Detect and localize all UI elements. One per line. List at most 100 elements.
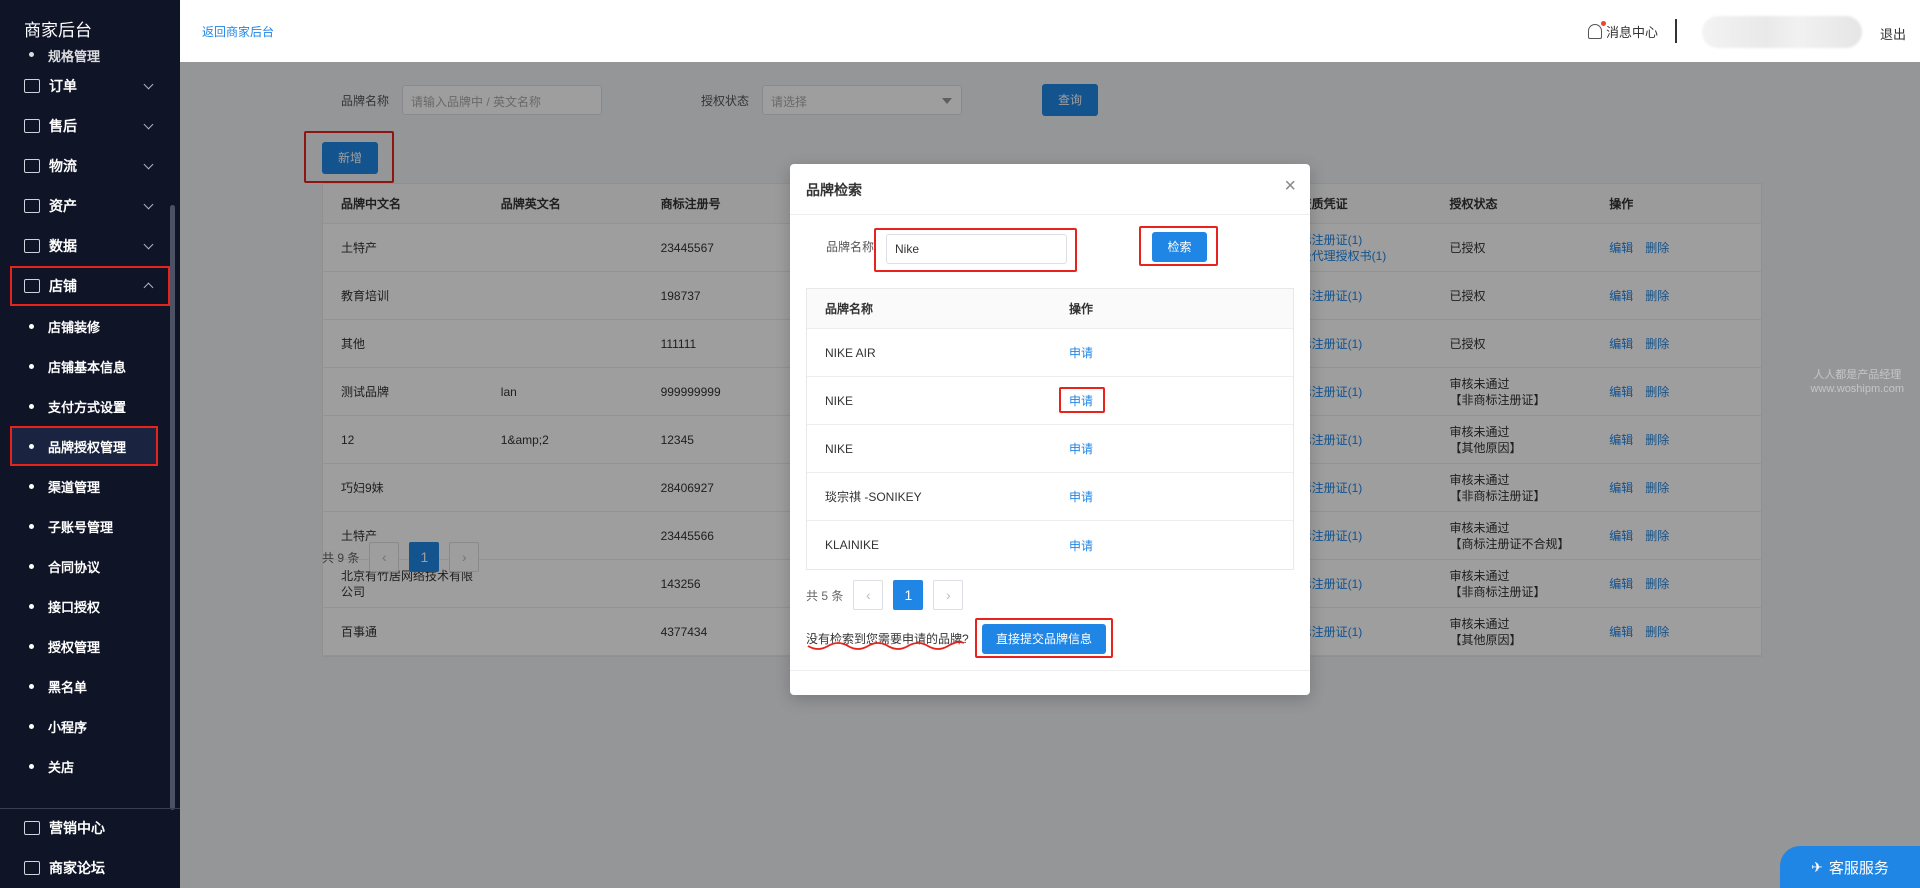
top-header: 返回商家后台 消息中心 退出 [180, 0, 1920, 62]
chevron-up-icon [143, 282, 154, 293]
avatar[interactable] [1702, 16, 1862, 48]
sidebar-item-label: 店铺 [49, 278, 77, 294]
column-header: 品牌名称 [825, 302, 874, 316]
sidebar: 商家后台 规格管理 订单 售后 物流 资产 数据 店铺 店铺装修 店铺基本信息 … [0, 0, 180, 888]
customer-service-button[interactable]: ✈ 客服服务 [1780, 846, 1920, 888]
sidebar-item-channels[interactable]: 渠道管理 [0, 466, 180, 506]
chevron-down-icon [143, 199, 154, 210]
sidebar-item-blacklist[interactable]: 黑名单 [0, 666, 180, 706]
sidebar-bottom: 营销中心 商家论坛 [0, 808, 180, 888]
sidebar-item-shop-info[interactable]: 店铺基本信息 [0, 346, 180, 386]
modal-total: 共 5 条 [806, 588, 844, 603]
sidebar-item-payment-settings[interactable]: 支付方式设置 [0, 386, 180, 426]
sidebar-menu: 规格管理 订单 售后 物流 资产 数据 店铺 店铺装修 店铺基本信息 支付方式设… [0, 46, 180, 786]
result-action-cell: 申请 [1051, 537, 1293, 554]
search-button[interactable]: 检索 [1152, 232, 1207, 262]
sidebar-item-spec[interactable]: 规格管理 [0, 46, 180, 66]
message-center-label: 消息中心 [1605, 25, 1658, 40]
brand-search-modal: 品牌检索 × 品牌名称 Nike 检索 品牌名称 操作 NIKE AIR 申请 NI… [790, 164, 1310, 695]
column-header: 操作 [1069, 302, 1094, 316]
modal-brand-label: 品牌名称 [826, 240, 875, 254]
chevron-down-icon [143, 119, 154, 130]
sidebar-item-mini-program[interactable]: 小程序 [0, 706, 180, 746]
order-icon [24, 79, 40, 93]
modal-pagination: 共 5 条 ‹ 1 › [806, 580, 964, 610]
modal-footer-divider [790, 670, 1310, 671]
modal-title: 品牌检索 [806, 182, 862, 198]
sidebar-item-label: 售后 [49, 118, 77, 134]
next-page-button[interactable]: › [933, 580, 964, 610]
asset-icon [24, 199, 40, 213]
apply-link[interactable]: 申请 [1069, 346, 1093, 360]
result-brand-name: 琰宗祺 -SONIKEY [825, 490, 922, 504]
result-brand-name: NIKE AIR [825, 345, 876, 360]
sidebar-item-data[interactable]: 数据 [0, 226, 180, 266]
results-body: NIKE AIR 申请 NIKE 申请 NIKE 申请 琰宗祺 -SONIKEY 申请 KLAI… [807, 329, 1293, 569]
close-icon[interactable]: × [1284, 176, 1296, 196]
apply-link[interactable]: 申请 [1069, 442, 1093, 456]
page-button[interactable]: 1 [893, 580, 924, 610]
results-header: 品牌名称 操作 [807, 289, 1293, 329]
sidebar-item-auth-management[interactable]: 授权管理 [0, 626, 180, 666]
result-row: NIKE AIR 申请 [807, 329, 1293, 377]
sidebar-item-label: 订单 [49, 78, 77, 94]
sidebar-item-label: 数据 [49, 238, 77, 254]
chevron-down-icon [143, 239, 154, 250]
sidebar-item-after-sales[interactable]: 售后 [0, 106, 180, 146]
result-row: KLAINIKE 申请 [807, 521, 1293, 569]
watermark-line: 人人都是产品经理 [1813, 369, 1902, 381]
header-divider [1675, 19, 1677, 43]
forum-icon [24, 861, 40, 875]
sidebar-item-close-shop[interactable]: 关店 [0, 746, 180, 786]
result-row: NIKE 申请 [807, 425, 1293, 473]
result-brand-name: NIKE [825, 393, 854, 408]
apply-link[interactable]: 申请 [1069, 539, 1093, 553]
result-row: 琰宗祺 -SONIKEY 申请 [807, 473, 1293, 521]
sidebar-item-orders[interactable]: 订单 [0, 66, 180, 106]
marketing-icon [24, 821, 40, 835]
sidebar-item-logistics[interactable]: 物流 [0, 146, 180, 186]
sidebar-item-shop[interactable]: 店铺 [10, 266, 170, 306]
search-results-table: 品牌名称 操作 NIKE AIR 申请 NIKE 申请 NIKE 申请 琰宗祺 -SONIK… [806, 288, 1294, 570]
modal-divider [790, 214, 1310, 215]
result-action-cell: 申请 [1051, 344, 1293, 361]
underline-annotation [807, 641, 965, 650]
sidebar-item-assets[interactable]: 资产 [0, 186, 180, 226]
back-to-merchant-link[interactable]: 返回商家后台 [202, 23, 274, 40]
sidebar-item-api-auth[interactable]: 接口授权 [0, 586, 180, 626]
sidebar-item-label: 资产 [49, 198, 77, 214]
chevron-down-icon [143, 79, 154, 90]
truck-icon [24, 159, 40, 173]
sidebar-item-sub-accounts[interactable]: 子账号管理 [0, 506, 180, 546]
sidebar-item-label: 物流 [49, 158, 77, 174]
sidebar-scrollbar[interactable] [170, 205, 175, 810]
result-brand-name: KLAINIKE [825, 538, 880, 552]
sidebar-item-label: 营销中心 [49, 820, 105, 836]
submit-brand-button[interactable]: 直接提交品牌信息 [982, 624, 1106, 654]
sidebar-item-marketing[interactable]: 营销中心 [0, 808, 180, 848]
highlight-apply [1059, 387, 1105, 413]
modal-search-input[interactable]: Nike [886, 234, 1067, 264]
message-center[interactable]: 消息中心 [1587, 21, 1658, 41]
bell-icon [1587, 21, 1606, 39]
logout-button[interactable]: 退出 [1880, 24, 1906, 43]
watermark-line: www.woshipm.com [1810, 383, 1904, 395]
result-action-cell: 申请 [1051, 488, 1293, 505]
result-brand-name: NIKE [825, 441, 854, 456]
apply-link[interactable]: 申请 [1069, 490, 1093, 504]
sidebar-item-shop-decoration[interactable]: 店铺装修 [0, 306, 180, 346]
customer-service-label: 客服服务 [1828, 859, 1889, 877]
sidebar-item-brand-auth[interactable]: 品牌授权管理 [10, 426, 158, 466]
chevron-down-icon [143, 159, 154, 170]
sidebar-item-label: 商家论坛 [49, 860, 105, 876]
shop-icon [24, 279, 40, 293]
watermark: 人人都是产品经理 www.woshipm.com [1810, 368, 1904, 396]
chart-icon [24, 239, 40, 253]
sidebar-item-contracts[interactable]: 合同协议 [0, 546, 180, 586]
after-sales-icon [24, 119, 40, 133]
prev-page-button[interactable]: ‹ [853, 580, 884, 610]
bird-icon: ✈ [1811, 858, 1823, 875]
sidebar-item-forum[interactable]: 商家论坛 [0, 848, 180, 888]
result-row: NIKE 申请 [807, 377, 1293, 425]
result-action-cell: 申请 [1051, 440, 1293, 457]
